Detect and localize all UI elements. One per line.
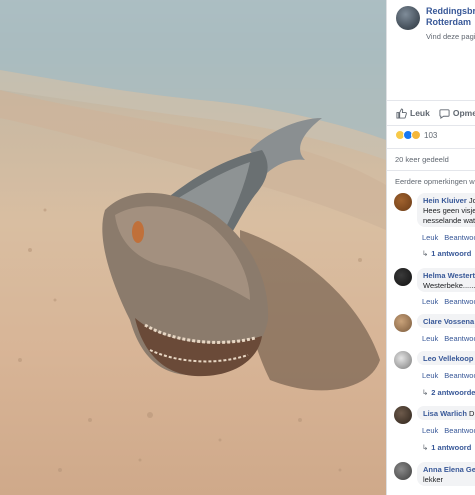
- comment-author[interactable]: Anna Elena Ge: [423, 465, 475, 474]
- comment-button[interactable]: Opmerk: [439, 108, 475, 119]
- comment-author[interactable]: Hein Kluiver: [423, 196, 467, 205]
- comment-actions: Leuk Beantwoo: [422, 371, 475, 380]
- avatar[interactable]: [394, 314, 412, 332]
- page-avatar[interactable]: [396, 6, 420, 30]
- avatar[interactable]: [394, 406, 412, 424]
- avatar[interactable]: [394, 193, 412, 211]
- replies-count: 1 antwoord: [431, 249, 472, 258]
- comment-text: Jo: [468, 196, 475, 205]
- divider: [387, 125, 475, 126]
- comment-reply-link[interactable]: Beantwoo: [444, 371, 475, 380]
- avatar[interactable]: [394, 268, 412, 286]
- find-page-text[interactable]: Vind deze pagi: [426, 32, 475, 41]
- comment-bubble: Helma Westert Westerbeke......: [417, 268, 475, 292]
- comment-line: Westerbeke......: [423, 281, 475, 290]
- view-replies-link[interactable]: ↳ 1 antwoord: [422, 443, 471, 452]
- comment-line: lekker: [423, 475, 444, 484]
- comment-like-link[interactable]: Leuk: [422, 297, 438, 306]
- shares-count[interactable]: 20 keer gedeeld: [395, 155, 449, 164]
- comment-line: Hees geen visje: [423, 206, 475, 215]
- comment-actions: Leuk Beantwoo: [422, 233, 475, 242]
- replies-count: 2 antwoorde: [431, 388, 475, 397]
- avatar[interactable]: [394, 462, 412, 480]
- comment-author[interactable]: Helma Westert: [423, 271, 475, 280]
- page-name-line2[interactable]: Rotterdam: [426, 17, 475, 28]
- comment-reply-link[interactable]: Beantwoo: [444, 426, 475, 435]
- reply-arrow-icon: ↳: [422, 443, 429, 452]
- comment-author[interactable]: Clare Vossena: [423, 317, 474, 326]
- post-photo[interactable]: [0, 0, 386, 495]
- comment-like-link[interactable]: Leuk: [422, 334, 438, 343]
- avatar[interactable]: [394, 351, 412, 369]
- comment-like-link[interactable]: Leuk: [422, 426, 438, 435]
- reactions-summary[interactable]: 103: [395, 130, 437, 140]
- comment-author[interactable]: Lisa Warlich: [423, 409, 467, 418]
- reaction-count: 103: [424, 130, 438, 140]
- replies-count: 1 antwoord: [431, 443, 472, 452]
- comment-bubble: Clare Vossena: [417, 314, 475, 328]
- like-button[interactable]: Leuk: [396, 107, 430, 119]
- comment-author[interactable]: Leo Vellekoop: [423, 354, 473, 363]
- comment-bubble: Leo Vellekoop: [417, 351, 475, 365]
- view-replies-link[interactable]: ↳ 2 antwoorde: [422, 388, 475, 397]
- comment-bubble: Anna Elena Ge lekker: [417, 462, 475, 486]
- page-name-line1[interactable]: Reddingsbri: [426, 6, 475, 17]
- comment-icon: [439, 108, 450, 119]
- comment-label: Opmerk: [452, 108, 475, 118]
- reply-arrow-icon: ↳: [422, 388, 429, 397]
- fish-on-beach-image: [0, 0, 386, 472]
- comment-actions: Leuk Beantwoo: [422, 426, 475, 435]
- divider: [387, 100, 475, 101]
- comment-like-link[interactable]: Leuk: [422, 233, 438, 242]
- view-earlier-comments[interactable]: Eerdere opmerkingen we: [395, 177, 475, 186]
- comment-reply-link[interactable]: Beantwoo: [444, 334, 475, 343]
- divider: [387, 148, 475, 149]
- comment-reply-link[interactable]: Beantwoo: [444, 233, 475, 242]
- comment-reply-link[interactable]: Beantwoo: [444, 297, 475, 306]
- comment-text: D: [466, 409, 475, 418]
- comment-actions: Leuk Beantwoo: [422, 297, 475, 306]
- haha-icon: [411, 130, 421, 140]
- divider: [387, 170, 475, 171]
- comment-actions: Leuk Beantwoo: [422, 334, 475, 343]
- post-sidebar: Reddingsbri Rotterdam Vind deze pagi Leu…: [386, 0, 475, 495]
- view-replies-link[interactable]: ↳ 1 antwoord: [422, 249, 471, 258]
- page-name[interactable]: Reddingsbri Rotterdam: [426, 6, 475, 28]
- reply-arrow-icon: ↳: [422, 249, 429, 258]
- like-label: Leuk: [410, 108, 430, 118]
- thumbs-up-icon: [396, 107, 407, 119]
- post-actions: Leuk Opmerk: [387, 104, 475, 122]
- comment-bubble: Lisa Warlich D: [417, 406, 475, 420]
- comment-line: nesselande wat: [423, 216, 475, 225]
- comment-like-link[interactable]: Leuk: [422, 371, 438, 380]
- comment-bubble: Hein Kluiver Jo Hees geen visje nesselan…: [417, 193, 475, 227]
